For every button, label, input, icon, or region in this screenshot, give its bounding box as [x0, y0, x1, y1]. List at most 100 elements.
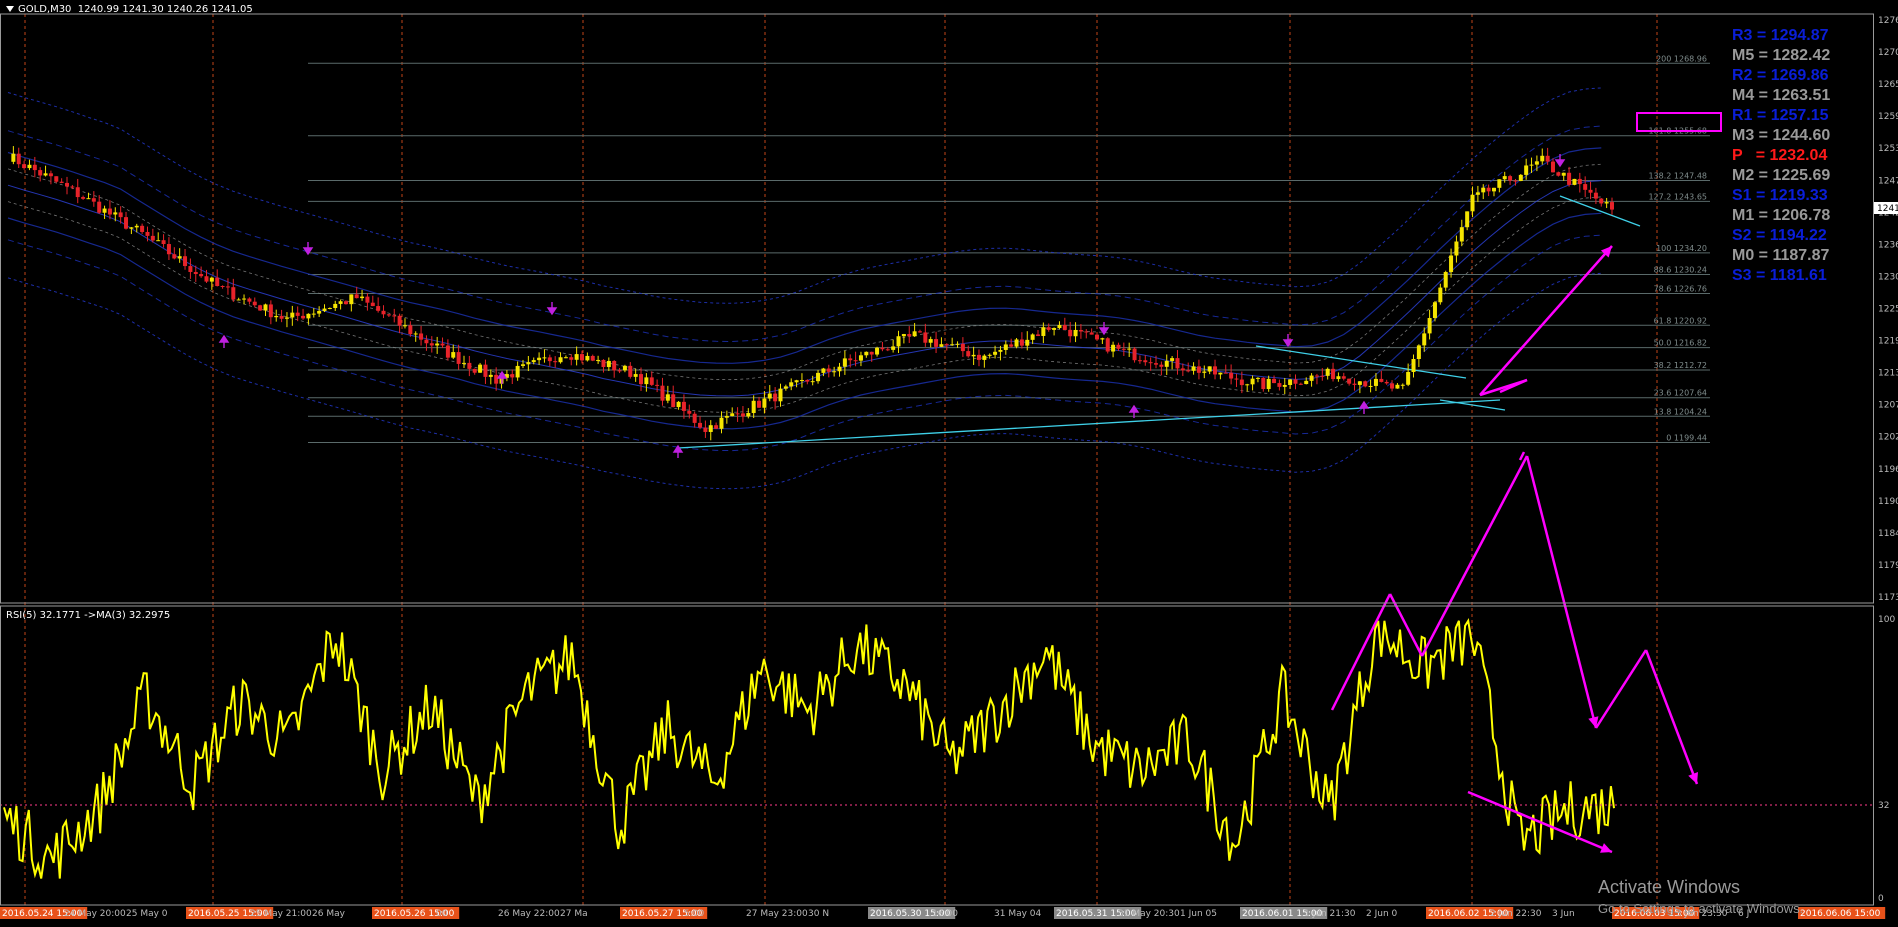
- candle-body: [1610, 202, 1614, 210]
- candle-body: [183, 256, 188, 267]
- price-chart[interactable]: 200 1268.96161.8 1255.68138.2 1247.48127…: [0, 0, 1898, 927]
- candle-body: [590, 355, 595, 361]
- time-tick-label: 27 May 23:00: [746, 909, 808, 919]
- candle-body: [236, 299, 241, 301]
- candle-body: [1266, 378, 1271, 390]
- candle-body: [596, 359, 601, 361]
- pivot-p: P = 1232.04: [1732, 147, 1828, 164]
- price-tick-label: 1276: [1878, 16, 1898, 26]
- candle-body: [1513, 180, 1518, 182]
- time-tick-label: 25 May 21:00: [250, 909, 312, 919]
- time-tick-label: 26 May 22:00: [498, 909, 560, 919]
- candle-body: [1213, 366, 1218, 375]
- candle-body: [1314, 375, 1319, 377]
- time-tick-label: 24 May 20:00: [64, 909, 126, 919]
- candle-body: [59, 181, 64, 183]
- pivot-s3: S3 = 1181.61: [1732, 267, 1827, 284]
- fib-label-6: 78.6 1226.76: [1654, 284, 1707, 293]
- candle-body: [488, 374, 493, 377]
- candle-body: [392, 315, 397, 317]
- candle-body: [526, 362, 531, 365]
- candle-body: [1320, 375, 1325, 377]
- candle-body: [1132, 348, 1137, 361]
- time-tick-label: 3 Jun: [1552, 909, 1575, 919]
- candle-body: [939, 344, 944, 347]
- candle-body: [757, 400, 762, 408]
- candle-body: [295, 312, 300, 316]
- price-tick-label: 1190: [1878, 497, 1898, 507]
- candle-body: [837, 366, 842, 372]
- candle-body: [832, 371, 837, 373]
- candle-body: [1089, 332, 1094, 335]
- activate-windows-watermark: Activate Windows Go to Settings to activ…: [1598, 877, 1803, 916]
- dropdown-triangle-icon[interactable]: [6, 6, 14, 12]
- candle-body: [601, 359, 606, 368]
- candle-body: [569, 357, 574, 360]
- candle-body: [1304, 380, 1309, 385]
- fib-label-12: 0 1199.44: [1666, 433, 1707, 442]
- candle-body: [1180, 368, 1185, 371]
- time-tick-label: 00: [436, 909, 448, 919]
- time-tick-label: 5:00: [684, 909, 704, 919]
- candle-body: [354, 294, 359, 299]
- candle-body: [472, 368, 477, 373]
- candle-body: [445, 345, 450, 358]
- candle-body: [934, 339, 939, 347]
- candle-body: [1588, 189, 1593, 193]
- candle-body: [789, 382, 794, 387]
- candle-body: [1239, 379, 1244, 386]
- candle-body: [419, 333, 424, 340]
- candle-body: [1282, 384, 1287, 387]
- candle-body: [1599, 198, 1604, 204]
- candle-body: [284, 317, 289, 319]
- candle-body: [714, 425, 719, 429]
- candle-body: [140, 225, 145, 232]
- pivot-m1: M1 = 1206.78: [1732, 207, 1831, 224]
- candle-body: [1486, 187, 1491, 192]
- candle-body: [1127, 348, 1132, 350]
- candle-body: [209, 277, 214, 282]
- candle-body: [145, 231, 150, 236]
- candle-body: [381, 310, 386, 315]
- candle-body: [767, 393, 772, 399]
- candle-body: [1545, 155, 1550, 162]
- candle-body: [1014, 339, 1019, 347]
- candle-body: [912, 331, 917, 337]
- candle-body: [901, 334, 906, 337]
- candle-body: [1057, 325, 1062, 329]
- candle-body: [896, 336, 901, 347]
- candle-body: [639, 374, 644, 385]
- candle-body: [1046, 327, 1051, 330]
- candle-body: [1373, 378, 1378, 386]
- candle-body: [86, 198, 91, 200]
- candle-body: [38, 170, 43, 176]
- candle-body: [971, 354, 976, 357]
- candle-body: [1572, 178, 1577, 185]
- candle-body: [1030, 334, 1035, 340]
- candle-body: [1583, 184, 1588, 190]
- candle-body: [1502, 176, 1507, 180]
- candle-body: [1116, 344, 1121, 349]
- candle-body: [343, 301, 348, 305]
- candle-body: [891, 346, 896, 350]
- candle-body: [1111, 344, 1116, 352]
- candle-body: [1497, 179, 1502, 188]
- candle-body: [1567, 172, 1572, 185]
- candle-body: [1491, 187, 1496, 192]
- candle-body: [993, 351, 998, 355]
- candle-body: [22, 164, 27, 169]
- candle-body: [703, 427, 708, 432]
- candle-body: [848, 358, 853, 361]
- candle-body: [451, 352, 456, 358]
- time-tick-label: 27 Ma: [560, 909, 588, 919]
- candle-body: [537, 357, 542, 361]
- candle-body: [338, 301, 343, 304]
- candle-body: [1159, 364, 1164, 367]
- candle-body: [1175, 358, 1180, 369]
- candle-body: [853, 360, 858, 362]
- candle-body: [633, 374, 638, 377]
- candle-body: [1379, 378, 1384, 382]
- candle-body: [1062, 325, 1067, 330]
- price-tick-label: 1179: [1878, 561, 1898, 571]
- candle-body: [1534, 161, 1539, 165]
